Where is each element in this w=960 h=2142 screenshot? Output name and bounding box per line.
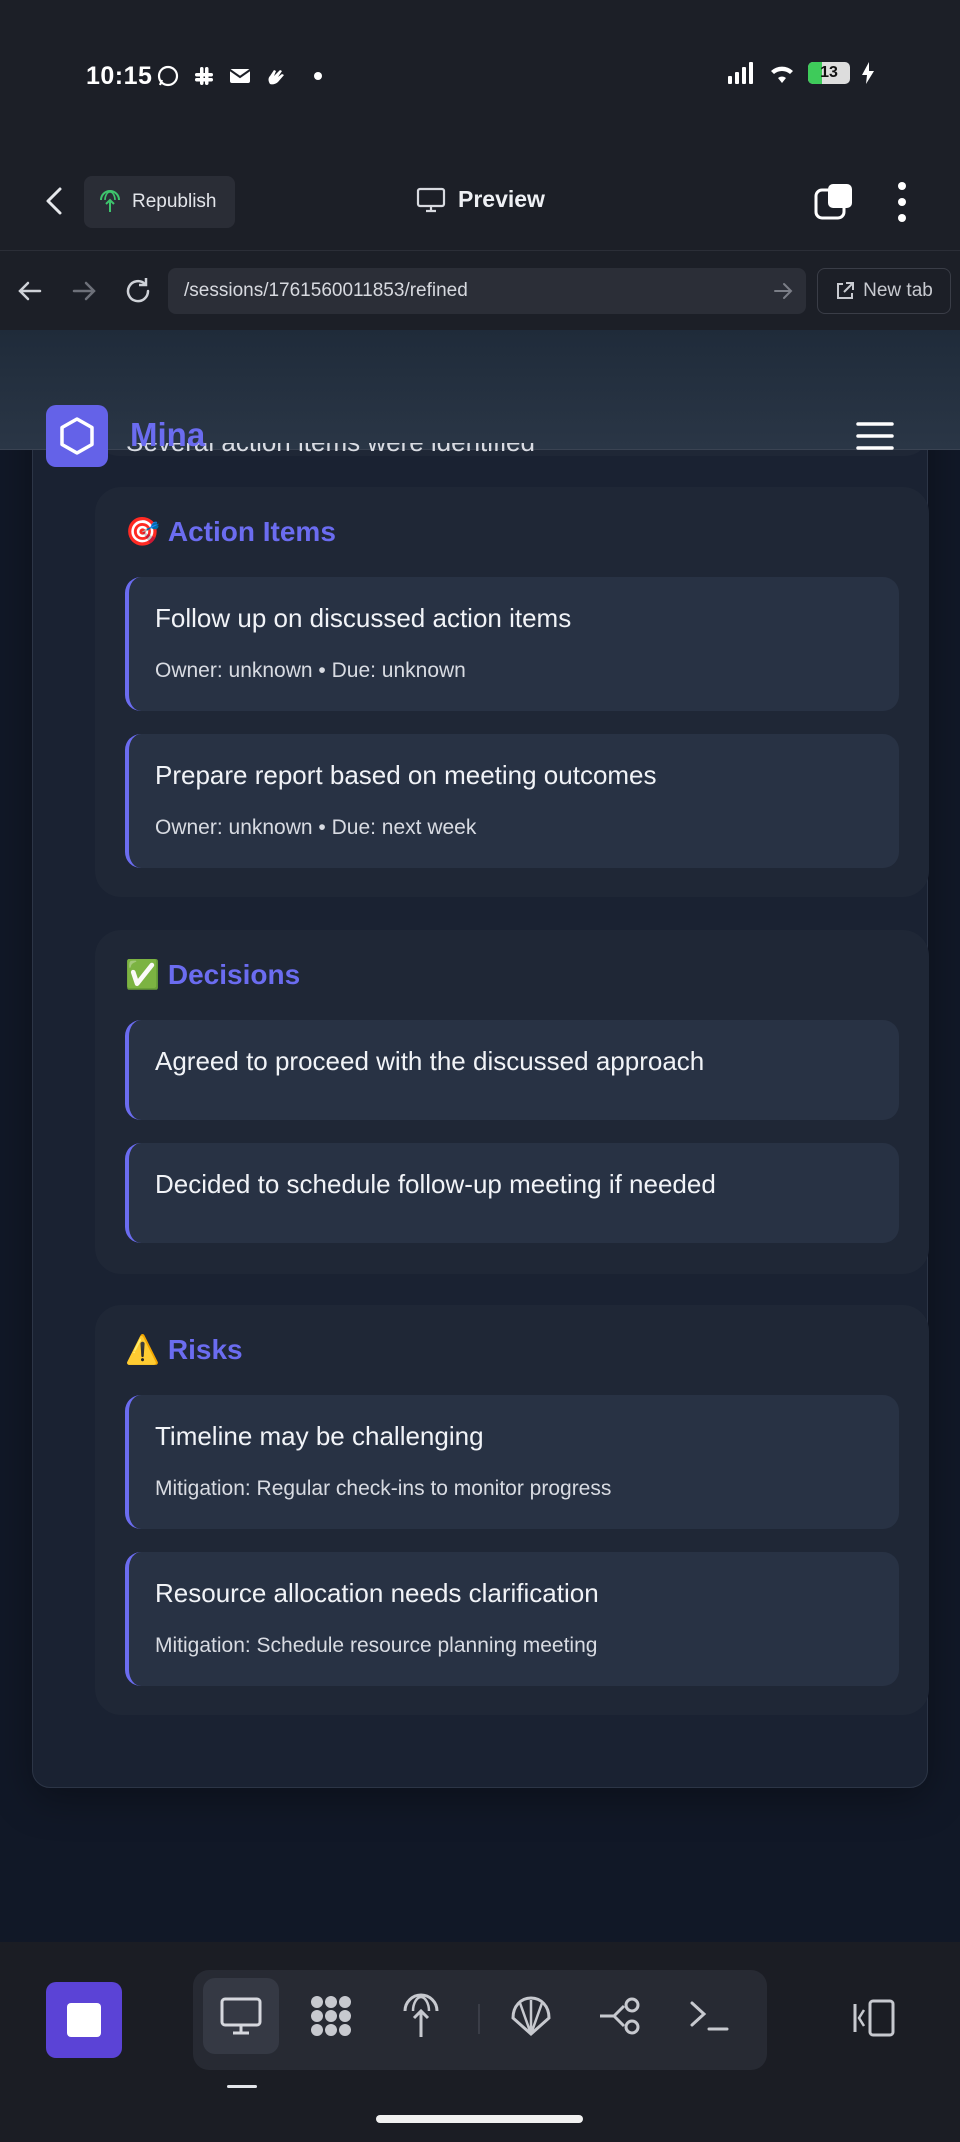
action-item: Prepare report based on meeting outcomes… <box>125 734 899 868</box>
wifi-icon <box>771 66 793 83</box>
monitor-icon <box>416 187 446 212</box>
slack-icon <box>192 64 216 88</box>
tool-group <box>193 1970 767 2070</box>
battery-level: 13 <box>820 64 838 81</box>
app-header: Republish Preview <box>0 150 960 250</box>
republish-button[interactable]: Republish <box>84 176 235 228</box>
warning-icon: ⚠️ <box>125 1334 160 1365</box>
flow-icon <box>600 1997 640 2035</box>
status-bar: 10:15 13 <box>0 0 960 150</box>
action-items-title: 🎯 Action Items <box>125 515 336 548</box>
panel-toggle-icon[interactable] <box>852 1998 896 2038</box>
external-link-icon <box>837 282 855 299</box>
active-tab-indicator <box>227 2085 257 2088</box>
menu-icon[interactable] <box>856 420 894 452</box>
preview-title: Preview <box>416 186 545 213</box>
reload-icon[interactable] <box>122 275 154 307</box>
check-icon: ✅ <box>125 959 160 990</box>
home-indicator[interactable] <box>376 2115 583 2123</box>
battery-indicator: 13 <box>808 62 850 84</box>
logo[interactable] <box>46 405 108 467</box>
risk-item-mitigation: Mitigation: Schedule resource planning m… <box>155 1634 598 1657</box>
risk-item: Resource allocation needs clarification … <box>125 1552 899 1686</box>
mail-icon <box>228 64 252 88</box>
charging-icon <box>862 62 874 84</box>
url-field[interactable]: /sessions/1761560011853/refined <box>168 268 806 314</box>
republish-label: Republish <box>132 191 217 212</box>
stop-button[interactable] <box>46 1982 122 2058</box>
shell-tool-button[interactable] <box>493 1978 569 2054</box>
risks-title: ⚠️ Risks <box>125 1333 243 1366</box>
decision-item-title: Decided to schedule follow-up meeting if… <box>155 1169 716 1199</box>
hand-icon <box>264 64 288 88</box>
deploy-icon <box>403 1993 439 2037</box>
risks-section: ⚠️ Risks Timeline may be challenging Mit… <box>95 1305 929 1715</box>
stop-icon <box>67 2003 101 2037</box>
action-item-title: Follow up on discussed action items <box>155 603 572 633</box>
preview-tool-button[interactable] <box>203 1978 279 2054</box>
action-item: Follow up on discussed action items Owne… <box>125 577 899 711</box>
status-right: 13 <box>728 62 874 84</box>
preview-label: Preview <box>458 186 545 212</box>
shell-icon <box>511 1996 551 2037</box>
new-tab-button[interactable]: New tab <box>817 268 951 314</box>
brand-name[interactable]: Mina <box>130 416 205 454</box>
action-item-meta: Owner: unknown • Due: unknown <box>155 659 466 682</box>
signal-icon <box>728 62 753 84</box>
decisions-heading: Decisions <box>167 958 301 990</box>
apps-grid-icon <box>311 1996 351 2036</box>
action-item-meta: Owner: unknown • Due: next week <box>155 816 477 839</box>
terminal-tool-button[interactable] <box>671 1978 747 2054</box>
toolbar-divider <box>478 2004 480 2034</box>
browser-back-icon[interactable] <box>14 275 46 307</box>
deploy-icon <box>100 190 120 212</box>
risk-item-title: Timeline may be challenging <box>155 1421 484 1451</box>
browser-forward-icon[interactable] <box>68 275 100 307</box>
terminal-icon <box>690 2001 729 2031</box>
status-time: 10:15 <box>86 62 153 90</box>
tabs-switcher-icon[interactable] <box>814 182 854 222</box>
notification-icons <box>156 64 322 88</box>
action-items-heading: Action Items <box>167 515 336 547</box>
risk-item: Timeline may be challenging Mitigation: … <box>125 1395 899 1529</box>
monitor-icon <box>220 1997 262 2035</box>
go-arrow-icon[interactable] <box>772 280 794 302</box>
bottom-toolbar <box>0 1942 960 2142</box>
target-icon: 🎯 <box>125 516 160 547</box>
apps-tool-button[interactable] <box>293 1978 369 2054</box>
summary-card: 🎯 Action Items Follow up on discussed ac… <box>32 330 929 1788</box>
risk-item-mitigation: Mitigation: Regular check-ins to monitor… <box>155 1477 612 1500</box>
decision-item: Agreed to proceed with the discussed app… <box>125 1020 899 1120</box>
more-options-icon[interactable] <box>890 180 914 224</box>
whatsapp-icon <box>156 64 180 88</box>
deploy-tool-button[interactable] <box>383 1978 459 2054</box>
action-items-section: 🎯 Action Items Follow up on discussed ac… <box>95 487 929 897</box>
hexagon-icon <box>60 417 94 455</box>
more-notifications-dot <box>314 72 322 80</box>
decision-item: Decided to schedule follow-up meeting if… <box>125 1143 899 1243</box>
risks-heading: Risks <box>167 1333 243 1365</box>
risk-item-title: Resource allocation needs clarification <box>155 1578 599 1608</box>
decision-item-title: Agreed to proceed with the discussed app… <box>155 1046 705 1076</box>
flow-tool-button[interactable] <box>583 1978 659 2054</box>
browser-bar: /sessions/1761560011853/refined New tab <box>0 250 960 330</box>
web-preview: 🎯 Action Items Follow up on discussed ac… <box>0 330 960 1942</box>
back-chevron-icon[interactable] <box>40 186 70 216</box>
new-tab-label: New tab <box>863 280 933 301</box>
url-text: /sessions/1761560011853/refined <box>184 280 468 301</box>
decisions-section: ✅ Decisions Agreed to proceed with the d… <box>95 930 929 1274</box>
decisions-title: ✅ Decisions <box>125 958 300 991</box>
action-item-title: Prepare report based on meeting outcomes <box>155 760 657 790</box>
